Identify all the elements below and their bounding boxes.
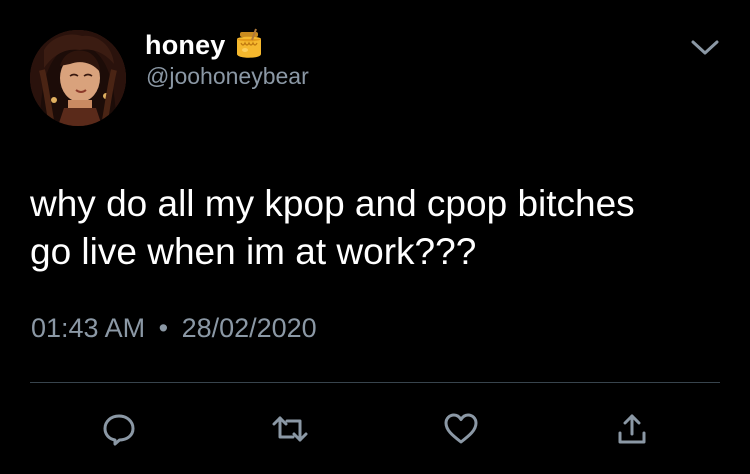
tweet-date[interactable]: 28/02/2020 [182,313,317,343]
tweet-time[interactable]: 01:43 AM [31,313,145,343]
like-button[interactable] [442,410,480,448]
chevron-down-icon[interactable] [688,36,722,58]
tweet-text: why do all my kpop and cpop bitches go l… [30,183,635,272]
honey-pot-icon [232,28,266,62]
meta-separator: • [158,313,169,343]
display-name-row: honey [145,28,266,62]
tweet-timestamp: 01:43 AM • 28/02/2020 [31,313,317,344]
display-name[interactable]: honey [145,30,226,61]
like-icon [444,413,478,444]
divider [30,382,720,383]
user-handle[interactable]: @joohoneybear [146,63,309,90]
avatar-illustration [30,30,126,126]
tweet-card: honey @joohoneybear why do all my kpop a… [0,0,750,474]
share-button[interactable] [613,410,651,448]
reply-button[interactable] [100,410,138,448]
retweet-icon [272,416,308,442]
reply-icon [103,414,135,446]
avatar[interactable] [30,30,126,126]
share-icon [618,414,646,444]
retweet-button[interactable] [271,410,309,448]
